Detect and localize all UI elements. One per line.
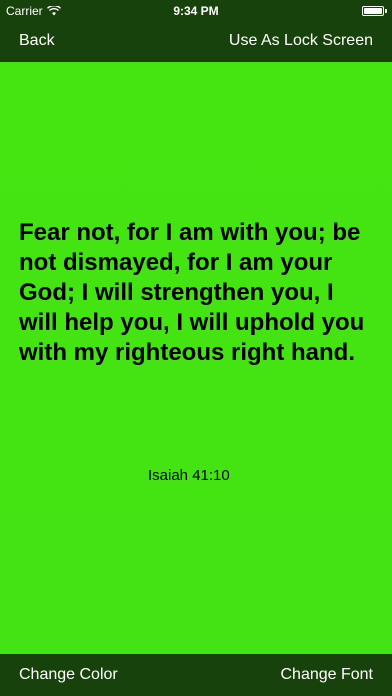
change-color-button[interactable]: Change Color [19,666,118,684]
back-button[interactable]: Back [19,32,55,50]
quote-canvas: Fear not, for I am with you; be not dism… [0,62,392,654]
verse-reference: Isaiah 41:10 [148,467,230,484]
status-time: 9:34 PM [173,4,219,18]
battery-level-fill [364,8,382,14]
navigation-bar: Back Use As Lock Screen [0,22,392,62]
status-bar: Carrier 9:34 PM [0,0,392,22]
change-font-button[interactable]: Change Font [280,666,373,684]
bottom-toolbar: Change Color Change Font [0,654,392,696]
use-as-lock-screen-button[interactable]: Use As Lock Screen [229,32,373,50]
battery-icon [362,6,387,16]
verse-text: Fear not, for I am with you; be not dism… [19,219,365,366]
